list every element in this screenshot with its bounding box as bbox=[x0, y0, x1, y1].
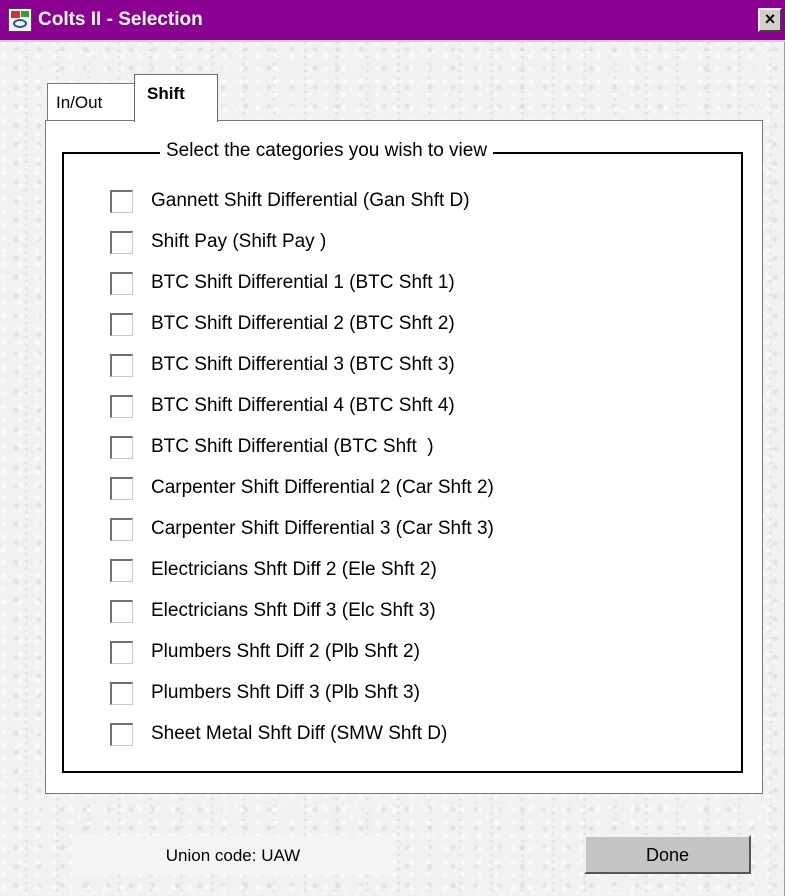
category-checkbox[interactable] bbox=[110, 558, 133, 582]
category-checkbox[interactable] bbox=[110, 476, 133, 500]
category-item[interactable]: Electricians Shft Diff 3 (Elc Shft 3) bbox=[110, 597, 436, 625]
category-label: Plumbers Shft Diff 2 (Plb Shft 2) bbox=[151, 641, 420, 662]
union-code-label: Union code: UAW bbox=[72, 836, 394, 874]
category-item[interactable]: BTC Shift Differential 1 (BTC Shft 1) bbox=[110, 269, 455, 297]
group-title: Select the categories you wish to view bbox=[160, 140, 494, 162]
category-label: Sheet Metal Shft Diff (SMW Shft D) bbox=[151, 723, 448, 744]
window-title: Colts II - Selection bbox=[38, 9, 203, 30]
category-item[interactable]: Plumbers Shft Diff 2 (Plb Shft 2) bbox=[110, 638, 420, 666]
category-label: Electricians Shft Diff 3 (Elc Shft 3) bbox=[151, 600, 436, 621]
category-checkbox[interactable] bbox=[110, 681, 133, 705]
tab-shift[interactable]: Shift bbox=[134, 74, 218, 122]
category-item[interactable]: Gannett Shift Differential (Gan Shft D) bbox=[110, 187, 470, 215]
category-label: BTC Shift Differential 1 (BTC Shft 1) bbox=[151, 272, 455, 293]
category-checkbox[interactable] bbox=[110, 353, 133, 377]
category-label: BTC Shift Differential 2 (BTC Shft 2) bbox=[151, 313, 455, 334]
category-item[interactable]: BTC Shift Differential 3 (BTC Shft 3) bbox=[110, 351, 455, 379]
category-checkbox[interactable] bbox=[110, 599, 133, 623]
category-item[interactable]: BTC Shift Differential (BTC Shft ) bbox=[110, 433, 434, 461]
title-bar[interactable]: Colts II - Selection × bbox=[0, 0, 785, 42]
category-checkbox[interactable] bbox=[110, 271, 133, 295]
close-button[interactable]: × bbox=[758, 8, 782, 32]
category-label: Electricians Shft Diff 2 (Ele Shft 2) bbox=[151, 559, 437, 580]
category-checkbox[interactable] bbox=[110, 394, 133, 418]
category-label: BTC Shift Differential (BTC Shft ) bbox=[151, 436, 434, 457]
tab-in-out[interactable]: In/Out bbox=[47, 83, 135, 121]
category-label: Shift Pay (Shift Pay ) bbox=[151, 231, 327, 252]
category-checkbox[interactable] bbox=[110, 312, 133, 336]
category-checkbox[interactable] bbox=[110, 722, 133, 746]
done-button[interactable]: Done bbox=[584, 835, 751, 874]
category-checkbox[interactable] bbox=[110, 640, 133, 664]
category-item[interactable]: Carpenter Shift Differential 3 (Car Shft… bbox=[110, 515, 494, 543]
category-label: Plumbers Shft Diff 3 (Plb Shft 3) bbox=[151, 682, 420, 703]
app-icon bbox=[8, 8, 32, 32]
category-label: Gannett Shift Differential (Gan Shft D) bbox=[151, 190, 470, 211]
category-item[interactable]: BTC Shift Differential 2 (BTC Shft 2) bbox=[110, 310, 455, 338]
category-item[interactable]: Sheet Metal Shft Diff (SMW Shft D) bbox=[110, 720, 447, 748]
category-item[interactable]: Plumbers Shft Diff 3 (Plb Shft 3) bbox=[110, 679, 420, 707]
category-item[interactable]: Carpenter Shift Differential 2 (Car Shft… bbox=[110, 474, 494, 502]
category-item[interactable]: Electricians Shft Diff 2 (Ele Shft 2) bbox=[110, 556, 437, 584]
category-checkbox[interactable] bbox=[110, 189, 133, 213]
category-label: BTC Shift Differential 4 (BTC Shft 4) bbox=[151, 395, 455, 416]
category-checkbox[interactable] bbox=[110, 435, 133, 459]
category-label: Carpenter Shift Differential 3 (Car Shft… bbox=[151, 518, 494, 539]
selection-window: Colts II - Selection × In/Out Shift Sele… bbox=[0, 0, 785, 896]
category-checkbox[interactable] bbox=[110, 230, 133, 254]
category-item[interactable]: BTC Shift Differential 4 (BTC Shft 4) bbox=[110, 392, 455, 420]
category-label: Carpenter Shift Differential 2 (Car Shft… bbox=[151, 477, 494, 498]
category-checkbox[interactable] bbox=[110, 517, 133, 541]
category-label: BTC Shift Differential 3 (BTC Shft 3) bbox=[151, 354, 455, 375]
category-item[interactable]: Shift Pay (Shift Pay ) bbox=[110, 228, 326, 256]
